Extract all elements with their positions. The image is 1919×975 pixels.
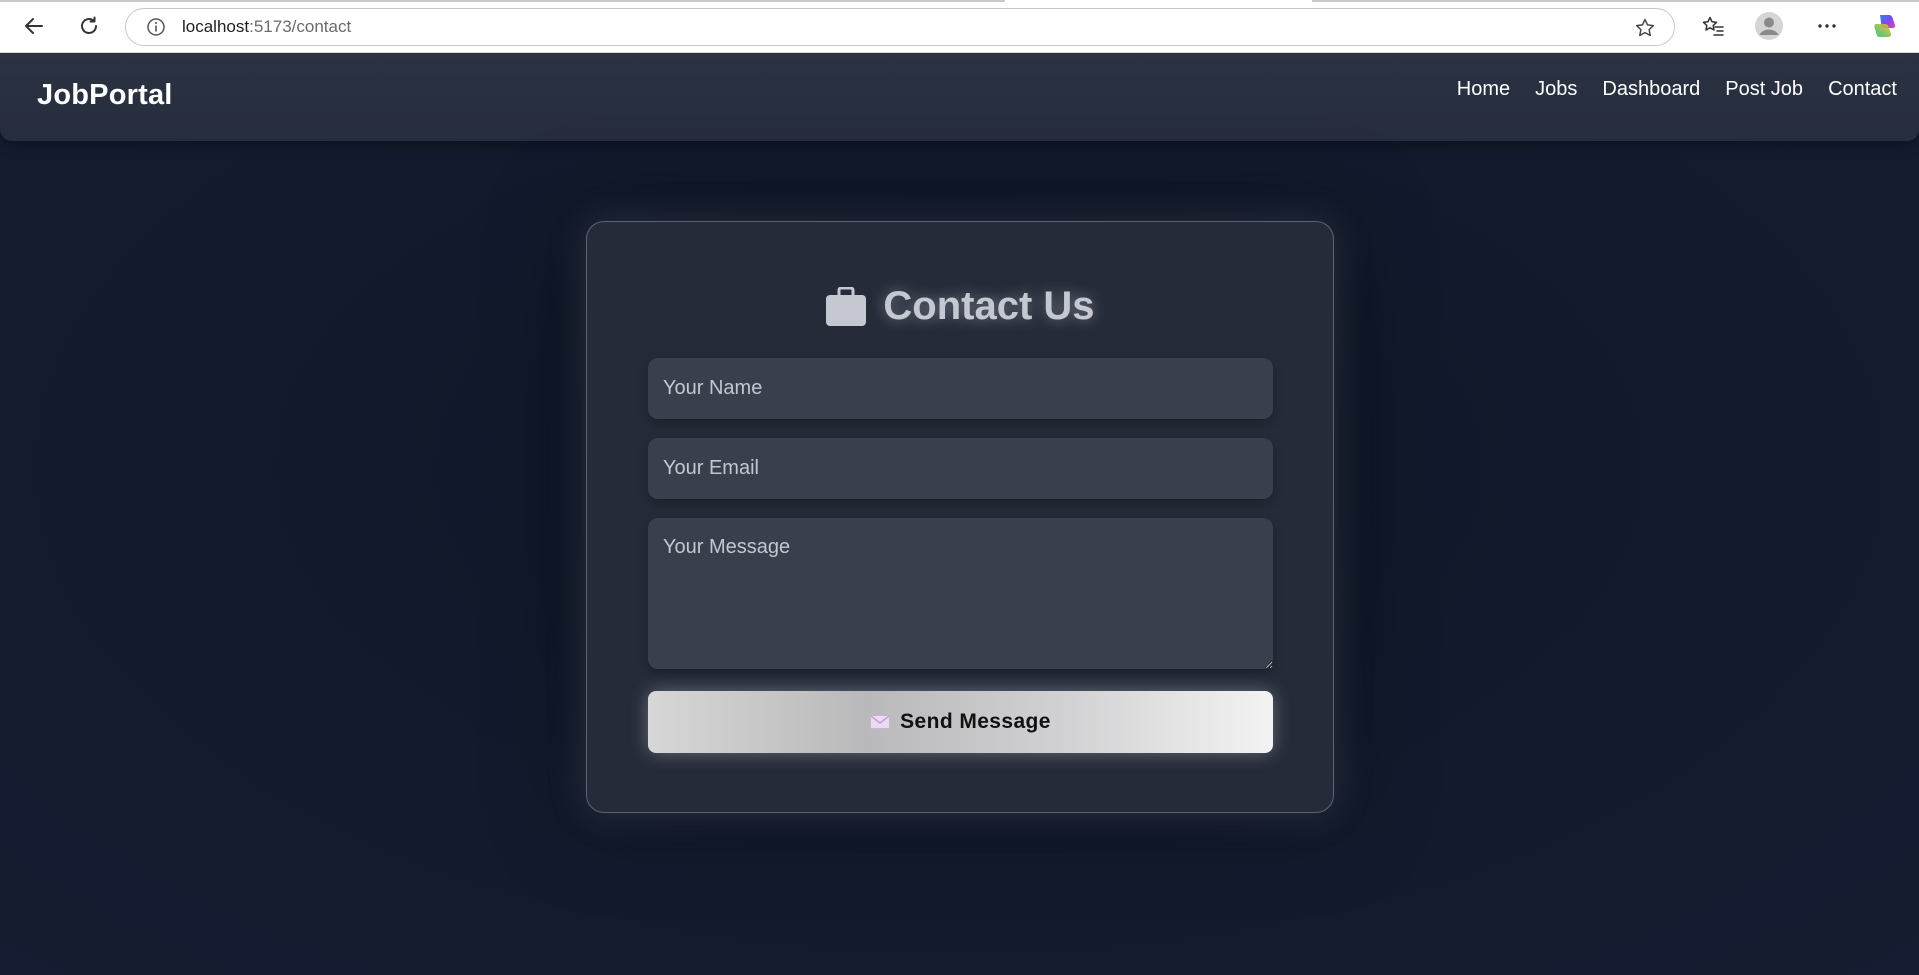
- nav-link-contact[interactable]: Contact: [1828, 78, 1897, 101]
- page-title: Contact Us: [883, 284, 1095, 328]
- more-button[interactable]: [1809, 8, 1845, 44]
- nav-link-jobs[interactable]: Jobs: [1535, 78, 1577, 101]
- browser-toolbar: localhost:5173/contact: [0, 0, 1919, 53]
- send-message-button[interactable]: Send Message: [648, 691, 1273, 753]
- more-icon: [1818, 24, 1836, 28]
- profile-icon: [1755, 12, 1783, 40]
- brand-logo[interactable]: JobPortal: [37, 79, 173, 112]
- url-host: localhost: [182, 17, 250, 36]
- name-input[interactable]: [648, 358, 1273, 419]
- message-textarea[interactable]: [648, 518, 1273, 669]
- favorites-button[interactable]: [1695, 8, 1731, 44]
- app-page: JobPortal Home Jobs Dashboard Post Job C…: [0, 53, 1919, 975]
- info-icon[interactable]: [146, 17, 166, 37]
- tab-strip-indicator: [1312, 0, 1919, 2]
- reload-icon: [81, 16, 97, 34]
- contact-card: Contact Us Send Message: [586, 221, 1334, 813]
- nav-link-home[interactable]: Home: [1457, 78, 1510, 101]
- copilot-button[interactable]: [1867, 8, 1903, 44]
- navbar: JobPortal Home Jobs Dashboard Post Job C…: [0, 53, 1919, 141]
- back-icon: [25, 18, 43, 34]
- reload-button[interactable]: [71, 8, 107, 44]
- contact-heading: Contact Us: [587, 284, 1333, 329]
- email-input[interactable]: [648, 438, 1273, 499]
- url-path: :5173/contact: [249, 17, 352, 36]
- favorites-icon: [1702, 16, 1724, 36]
- nav-link-dashboard[interactable]: Dashboard: [1602, 78, 1700, 101]
- briefcase-icon: [825, 286, 867, 327]
- tab-strip-indicator: [0, 0, 1005, 2]
- address-bar[interactable]: localhost:5173/contact: [125, 8, 1675, 46]
- url-text: localhost:5173/contact: [182, 17, 351, 37]
- copilot-icon: [1874, 15, 1896, 37]
- profile-button[interactable]: [1751, 8, 1787, 44]
- star-icon[interactable]: [1634, 17, 1656, 39]
- nav-link-post-job[interactable]: Post Job: [1725, 78, 1803, 101]
- back-button[interactable]: [16, 8, 52, 44]
- nav-links: Home Jobs Dashboard Post Job Contact: [1457, 78, 1897, 101]
- send-message-label: Send Message: [900, 710, 1051, 733]
- envelope-icon: [870, 715, 891, 729]
